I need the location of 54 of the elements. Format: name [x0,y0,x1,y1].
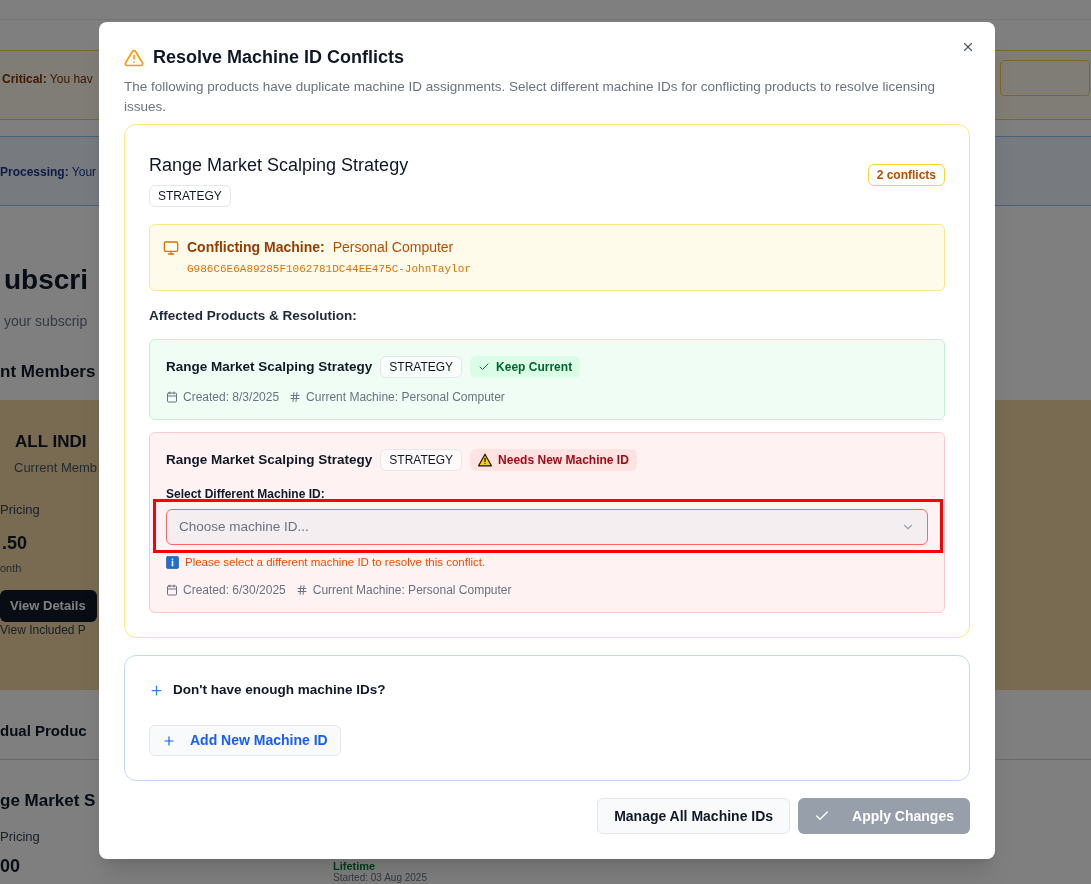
warning-icon [124,47,144,68]
help-question: Don't have enough machine IDs? [173,681,386,699]
type-tag: STRATEGY [380,448,463,471]
close-icon [961,40,975,54]
field-label: Select Different Machine ID: [166,485,326,503]
alert-text: Critical: You hav [2,71,93,88]
included-link[interactable]: View Included P [0,621,86,639]
status-badge: Needs New Machine ID [470,448,637,471]
machine-label: Conflicting Machine: [187,238,325,257]
current-machine: Current Machine: Personal Computer [306,388,505,406]
start-date: Started: 03 Aug 2025 [333,873,427,883]
price: 00 [0,855,21,878]
dialog-description: The following products have duplicate machine ID assignments. Select different machine IDs for conflicting products to resolve licensing issues. [124,78,936,116]
calendar-icon [166,584,178,596]
hash-icon [295,584,308,596]
plan-subtitle: Current Memb [14,459,98,477]
machine-id: G986C6E6A89285F1062781DC44EE475C-JohnTaylor [187,262,472,277]
plus-icon [149,682,164,698]
price: .50 [2,532,28,555]
pricing-label: Pricing [0,828,40,846]
manage-button[interactable]: Manage All Machine IDs [597,798,791,835]
section-heading: nt Members [0,361,96,383]
plus-icon [162,733,176,748]
info-icon [166,555,179,569]
product-name: Range Market Scalping Strategy [166,357,373,376]
product-name: Range Market Scalping Strategy [149,154,409,177]
view-details-button[interactable]: View Details [0,590,97,622]
pricing-label: Pricing [0,501,40,519]
plan-name: ALL INDI [15,431,87,453]
machine-select[interactable]: Choose machine ID... [166,508,928,545]
add-machine-id-button[interactable]: Add New Machine ID [149,725,341,757]
page-title: ubscri [4,266,89,294]
alert-text: Processing: Your [0,164,97,181]
price-period: onth [0,561,22,576]
page-subtitle: your subscrip [4,312,88,331]
created-date: Created: 6/30/2025 [183,582,286,599]
type-tag: STRATEGY [149,185,231,207]
term-label: Lifetime [333,861,376,872]
section-heading: dual Produc [0,721,87,741]
product-name: Range Market Scalping Strategy [166,450,373,469]
calendar-icon [166,390,178,403]
status-badge: Keep Current [470,355,581,378]
conflict-count: 2 conflicts [867,164,945,186]
type-tag: STRATEGY [380,355,463,378]
section-label: Affected Products & Resolution: [149,306,358,325]
hint-text: Please select a different machine ID to resolve this conflict. [185,554,486,570]
hash-icon [289,390,302,403]
machine-name: Personal Computer [332,238,454,257]
monitor-icon [163,239,179,256]
current-machine: Current Machine: Personal Computer [312,582,512,599]
created-date: Created: 8/3/2025 [183,388,280,406]
dialog-title: Resolve Machine ID Conflicts [153,46,405,69]
product-name: ge Market S [0,790,96,812]
warning-icon [478,452,493,467]
